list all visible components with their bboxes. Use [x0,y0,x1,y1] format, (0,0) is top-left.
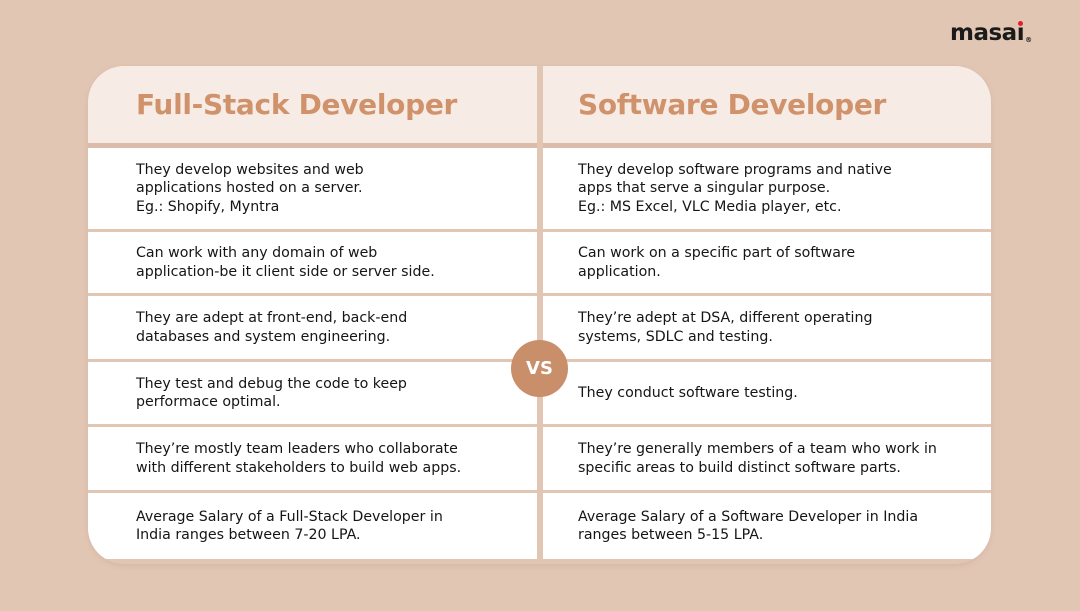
registered-mark: ® [1025,36,1032,44]
table-row: They test and debug the code to keep per… [88,362,537,424]
table-row: They develop software programs and nativ… [543,148,991,229]
full-stack-column: Full-Stack Developer They develop websit… [88,66,537,564]
table-row: They’re adept at DSA, different operatin… [543,296,991,359]
table-row: They’re generally members of a team who … [543,427,991,490]
vs-badge: VS [511,340,568,397]
table-row: They are adept at front-end, back-end da… [88,296,537,359]
row-text: They conduct software testing. [578,384,798,401]
row-text: They’re adept at DSA, different operatin… [578,310,873,345]
table-row: Average Salary of a Full-Stack Developer… [88,493,537,559]
masai-logo: masaı® [950,20,1032,46]
row-text: They test and debug the code to keep per… [136,375,407,411]
table-row: They develop websites and web applicatio… [88,148,537,229]
table-row: They’re mostly team leaders who collabor… [88,427,537,490]
row-text: Average Salary of a Software Developer i… [578,508,919,544]
comparison-table: Full-Stack Developer They develop websit… [88,66,991,564]
row-text: They are adept at front-end, back-end da… [136,310,408,345]
row-text: They develop websites and web applicatio… [136,161,364,215]
table-row: Average Salary of a Software Developer i… [543,493,991,559]
full-stack-header: Full-Stack Developer [88,66,537,148]
table-row: Can work with any domain of web applicat… [88,232,537,293]
row-text: Can work with any domain of web applicat… [136,245,435,280]
table-row: Can work on a specific part of software … [543,232,991,293]
software-dev-header: Software Developer [543,66,991,148]
row-text: They’re mostly team leaders who collabor… [136,441,462,476]
row-text: They develop software programs and nativ… [578,161,892,215]
row-text: Average Salary of a Full-Stack Developer… [136,508,443,544]
logo-text: masa [950,20,1017,46]
row-text: Can work on a specific part of software … [578,245,856,280]
row-text: They’re generally members of a team who … [578,441,937,476]
software-dev-column: Software Developer They develop software… [543,66,991,564]
logo-i: ı [1016,20,1025,46]
table-row: They conduct software testing. [543,362,991,424]
